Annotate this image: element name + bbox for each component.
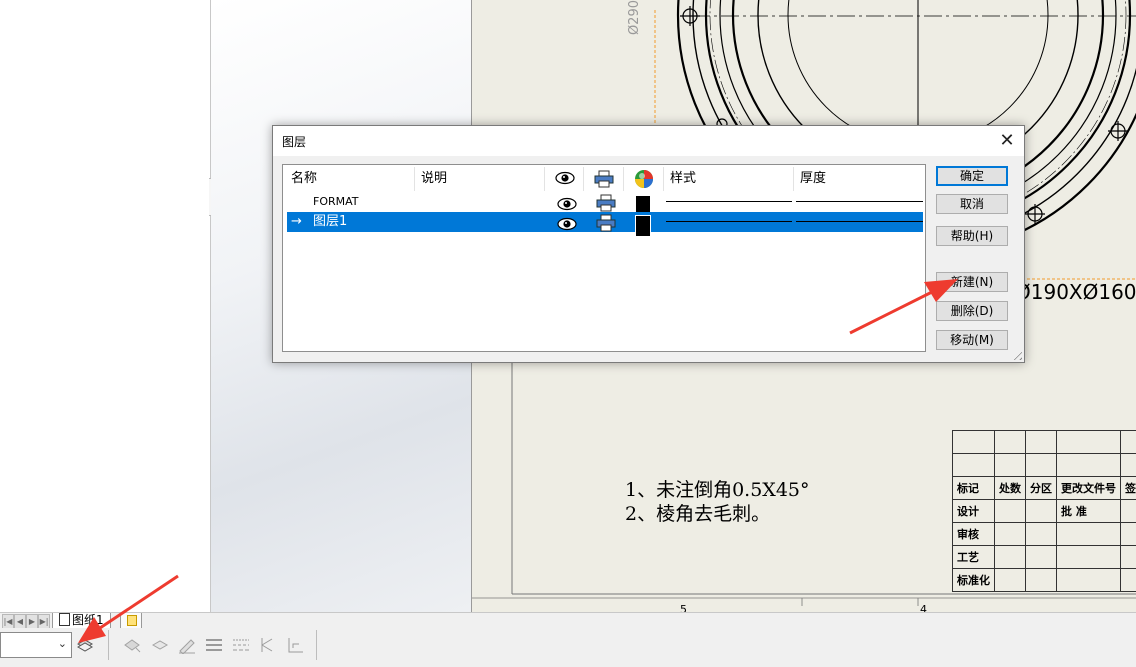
vertical-dimension-label: Ø290 [627,0,642,36]
layer-list[interactable]: 名称 说明 样式 厚度 FORMAT → 图层1 [282,164,926,352]
layer-line-style[interactable] [666,201,792,202]
diameter-dimension-label: Ø190XØ160 [1015,280,1136,304]
current-layer-arrow-icon: → [291,214,302,229]
sheet-tab-strip: |◀ ◀ ▶ ▶| 图纸1 [0,612,1136,629]
column-header-color[interactable] [624,167,664,191]
column-header-thickness[interactable]: 厚度 [794,167,924,191]
layer-toolbar: ⌄ [0,628,1136,667]
layer-print-icon[interactable] [596,193,616,213]
eye-icon [555,171,575,185]
layer-name[interactable]: FORMAT [313,192,359,212]
layer-visibility-eye-icon[interactable] [557,214,577,234]
toolbar-separator [108,630,109,660]
column-header-style[interactable]: 样式 [664,167,794,191]
title-block-cell: 更改文件号 [1056,476,1121,500]
move-layer-button[interactable]: 移动(M) [936,330,1008,350]
line-thickness-icon[interactable] [150,636,170,654]
sheet-tab-label: 图纸1 [72,613,104,627]
title-block-cell: 分区 [1025,476,1057,500]
title-block-cell: 设计 [952,499,995,523]
line-color-icon[interactable] [122,636,142,654]
title-block-cell: 标记 [952,476,995,500]
title-block-cell: 工艺 [952,545,995,569]
column-header-visible[interactable] [545,167,584,191]
prev-sheet-button[interactable]: ◀ [14,614,26,629]
title-block-cell: 标准化 [952,568,995,592]
close-icon[interactable]: ✕ [996,130,1018,152]
delete-layer-button[interactable]: 删除(D) [936,301,1008,321]
first-sheet-button[interactable]: |◀ [2,614,14,629]
layer-row-format[interactable]: FORMAT [287,192,923,216]
resize-grip[interactable] [1010,348,1022,360]
layer-line-thickness[interactable] [796,201,923,202]
help-button[interactable]: 帮助(H) [936,226,1008,246]
pencil-icon[interactable] [177,636,197,654]
last-sheet-button[interactable]: ▶| [38,614,50,629]
new-layer-button[interactable]: 新建(N) [936,272,1008,292]
note-line-1: 1、未注倒角0.5X45° [625,479,810,501]
chevron-down-icon: ⌄ [57,637,67,650]
sheet-icon [59,613,70,626]
dialog-titlebar[interactable]: 图层 ✕ [273,126,1024,156]
next-sheet-button[interactable]: ▶ [26,614,38,629]
line-style-icon[interactable] [204,636,224,654]
title-block-cell: 签 [1120,476,1136,500]
layer-line-thickness[interactable] [796,221,923,222]
column-header-description[interactable]: 说明 [415,167,545,191]
title-block-cell: 处数 [994,476,1026,500]
column-header-name[interactable]: 名称 [285,167,415,191]
color-wheel-icon [635,170,653,188]
ok-button[interactable]: 确定 [936,166,1008,186]
note-line-2: 2、棱角去毛刺。 [625,503,771,525]
title-block-cell: 审核 [952,522,995,546]
column-header-print[interactable] [584,167,624,191]
layers-dialog: 图层 ✕ 名称 说明 样式 厚度 FORMAT → 图层1 确定 取消 帮助(H… [272,125,1025,363]
add-sheet-button[interactable] [120,613,142,629]
zone-number-5: 5 [680,603,687,612]
layer-visibility-eye-icon[interactable] [557,194,577,214]
dialog-title: 图层 [282,135,307,149]
layer-properties-button[interactable] [76,636,94,652]
layer-line-style[interactable] [666,221,792,222]
toolbar-separator [316,630,317,660]
technical-notes: 1、未注倒角0.5X45° 2、棱角去毛刺。 [625,478,810,526]
cancel-button[interactable]: 取消 [936,194,1008,214]
layer-dropdown[interactable]: ⌄ [0,632,72,658]
feature-tree-panel [0,0,211,612]
zone-number-4: 4 [920,603,927,612]
sheet-tab-1[interactable]: 图纸1 [52,613,111,629]
layer-row-layer1[interactable]: → 图层1 [287,212,923,237]
title-block-cell: 批 准 [1056,499,1121,523]
line-weight-icon[interactable] [231,636,251,654]
layer-name[interactable]: 图层1 [313,212,347,232]
hide-edge-icon[interactable] [258,636,278,654]
printer-icon [594,170,614,188]
title-block: 标记 处数 分区 更改文件号 签 设计 批 准 审核 工艺 标准化 [952,430,1136,592]
color-display-mode-icon[interactable] [285,636,305,654]
layer-color-swatch[interactable] [635,215,651,237]
layer-print-icon[interactable] [596,213,616,233]
